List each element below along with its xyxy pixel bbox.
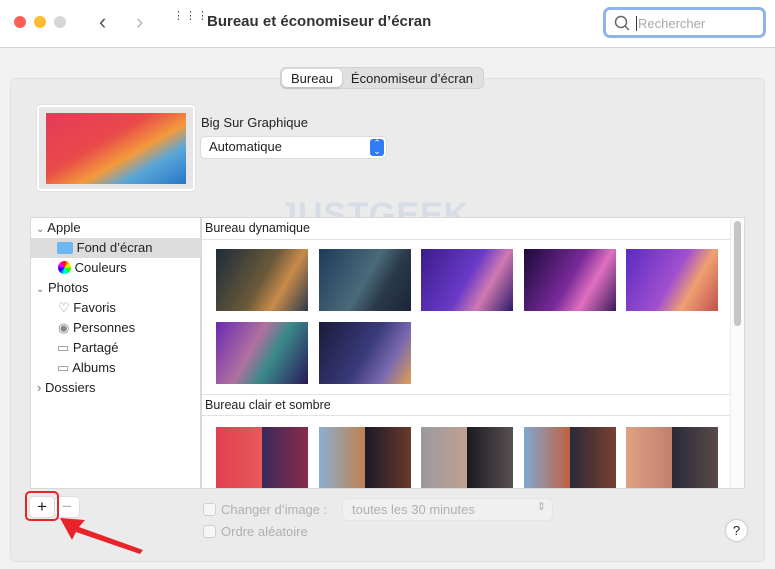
wallpaper-thumbnail[interactable] [319, 249, 411, 311]
help-button[interactable]: ? [726, 520, 747, 541]
sidebar-item-couleurs[interactable]: Couleurs [31, 258, 201, 278]
wallpaper-preview [37, 105, 195, 191]
sidebar-item-albums[interactable]: ▭ Albums [31, 358, 201, 378]
appearance-select[interactable]: Automatique ⌃ ⌄ [201, 137, 386, 158]
source-list: ⌄ Apple Fond d’écran Couleurs ⌄ Photos ♡… [30, 217, 201, 489]
minimize-button[interactable] [34, 16, 46, 28]
wallpaper-thumbnail[interactable] [421, 249, 513, 311]
chevron-updown-icon: ⌃ ⌄ [370, 139, 384, 156]
color-wheel-icon [58, 261, 71, 274]
wallpaper-name: Big Sur Graphique [201, 115, 308, 130]
random-order-checkbox[interactable] [203, 525, 216, 538]
scrollbar[interactable] [730, 218, 744, 488]
window-title: Bureau et économiseur d’écran [207, 13, 432, 30]
wallpaper-thumbnail[interactable] [421, 427, 513, 488]
sidebar-item-personnes[interactable]: ◉ Personnes [31, 318, 201, 338]
close-button[interactable] [14, 16, 26, 28]
wallpaper-thumbnail[interactable] [216, 322, 308, 384]
chevron-updown-icon: ⇕ [536, 501, 546, 513]
grid-icon[interactable]: ⋮⋮⋮ [173, 11, 209, 22]
zoom-button[interactable] [54, 16, 66, 28]
shared-album-icon: ▭ [57, 340, 70, 355]
chevron-down-icon: ⌄ [36, 224, 45, 235]
interval-select[interactable]: toutes les 30 minutes ⇕ [343, 499, 552, 520]
person-circle-icon: ◉ [58, 320, 70, 335]
wallpaper-thumbnail[interactable] [626, 427, 718, 488]
wallpaper-thumbnail[interactable] [319, 427, 411, 488]
title-bar: ‹ › ⋮⋮⋮ Bureau et économiseur d’écran Re… [0, 0, 775, 48]
sidebar-item-partage[interactable]: ▭ Partagé [31, 338, 201, 358]
sidebar-item-fond-ecran[interactable]: Fond d’écran [31, 238, 201, 258]
tab-economiseur[interactable]: Économiseur d’écran [342, 69, 482, 87]
scrollbar-thumb[interactable] [734, 221, 741, 326]
change-image-label: Changer d’image : [221, 502, 328, 517]
red-arrow-annotation [60, 518, 143, 554]
wallpaper-grid: Bureau dynamique Bureau clair et sombre [201, 217, 745, 489]
album-icon: ▭ [57, 360, 70, 375]
section-header: Bureau dynamique [202, 218, 730, 240]
forward-icon[interactable]: › [136, 9, 143, 35]
sidebar-item-dossiers[interactable]: › Dossiers [31, 378, 201, 398]
tab-bar: Bureau Économiseur d’écran [280, 67, 485, 89]
wallpaper-thumbnail[interactable] [524, 249, 616, 311]
random-order-label: Ordre aléatoire [221, 524, 308, 539]
sidebar-item-apple[interactable]: ⌄ Apple [31, 218, 201, 238]
wallpaper-thumbnail[interactable] [319, 322, 411, 384]
sidebar-item-photos[interactable]: ⌄ Photos [31, 278, 201, 298]
search-input[interactable]: Rechercher [603, 7, 766, 38]
folder-icon [57, 242, 73, 254]
search-icon [614, 15, 630, 31]
highlight-box [25, 491, 59, 521]
chevron-right-icon: › [37, 380, 42, 395]
wallpaper-thumbnail[interactable] [524, 427, 616, 488]
sidebar-item-favoris[interactable]: ♡ Favoris [31, 298, 201, 318]
section-header: Bureau clair et sombre [202, 394, 730, 416]
wallpaper-thumbnail[interactable] [216, 249, 308, 311]
change-image-checkbox[interactable] [203, 503, 216, 516]
tab-bureau[interactable]: Bureau [282, 69, 342, 87]
heart-icon: ♡ [58, 300, 70, 315]
wallpaper-thumbnail[interactable] [626, 249, 718, 311]
back-icon[interactable]: ‹ [99, 9, 106, 35]
chevron-down-icon: ⌄ [36, 284, 45, 295]
wallpaper-thumbnail[interactable] [216, 427, 308, 488]
